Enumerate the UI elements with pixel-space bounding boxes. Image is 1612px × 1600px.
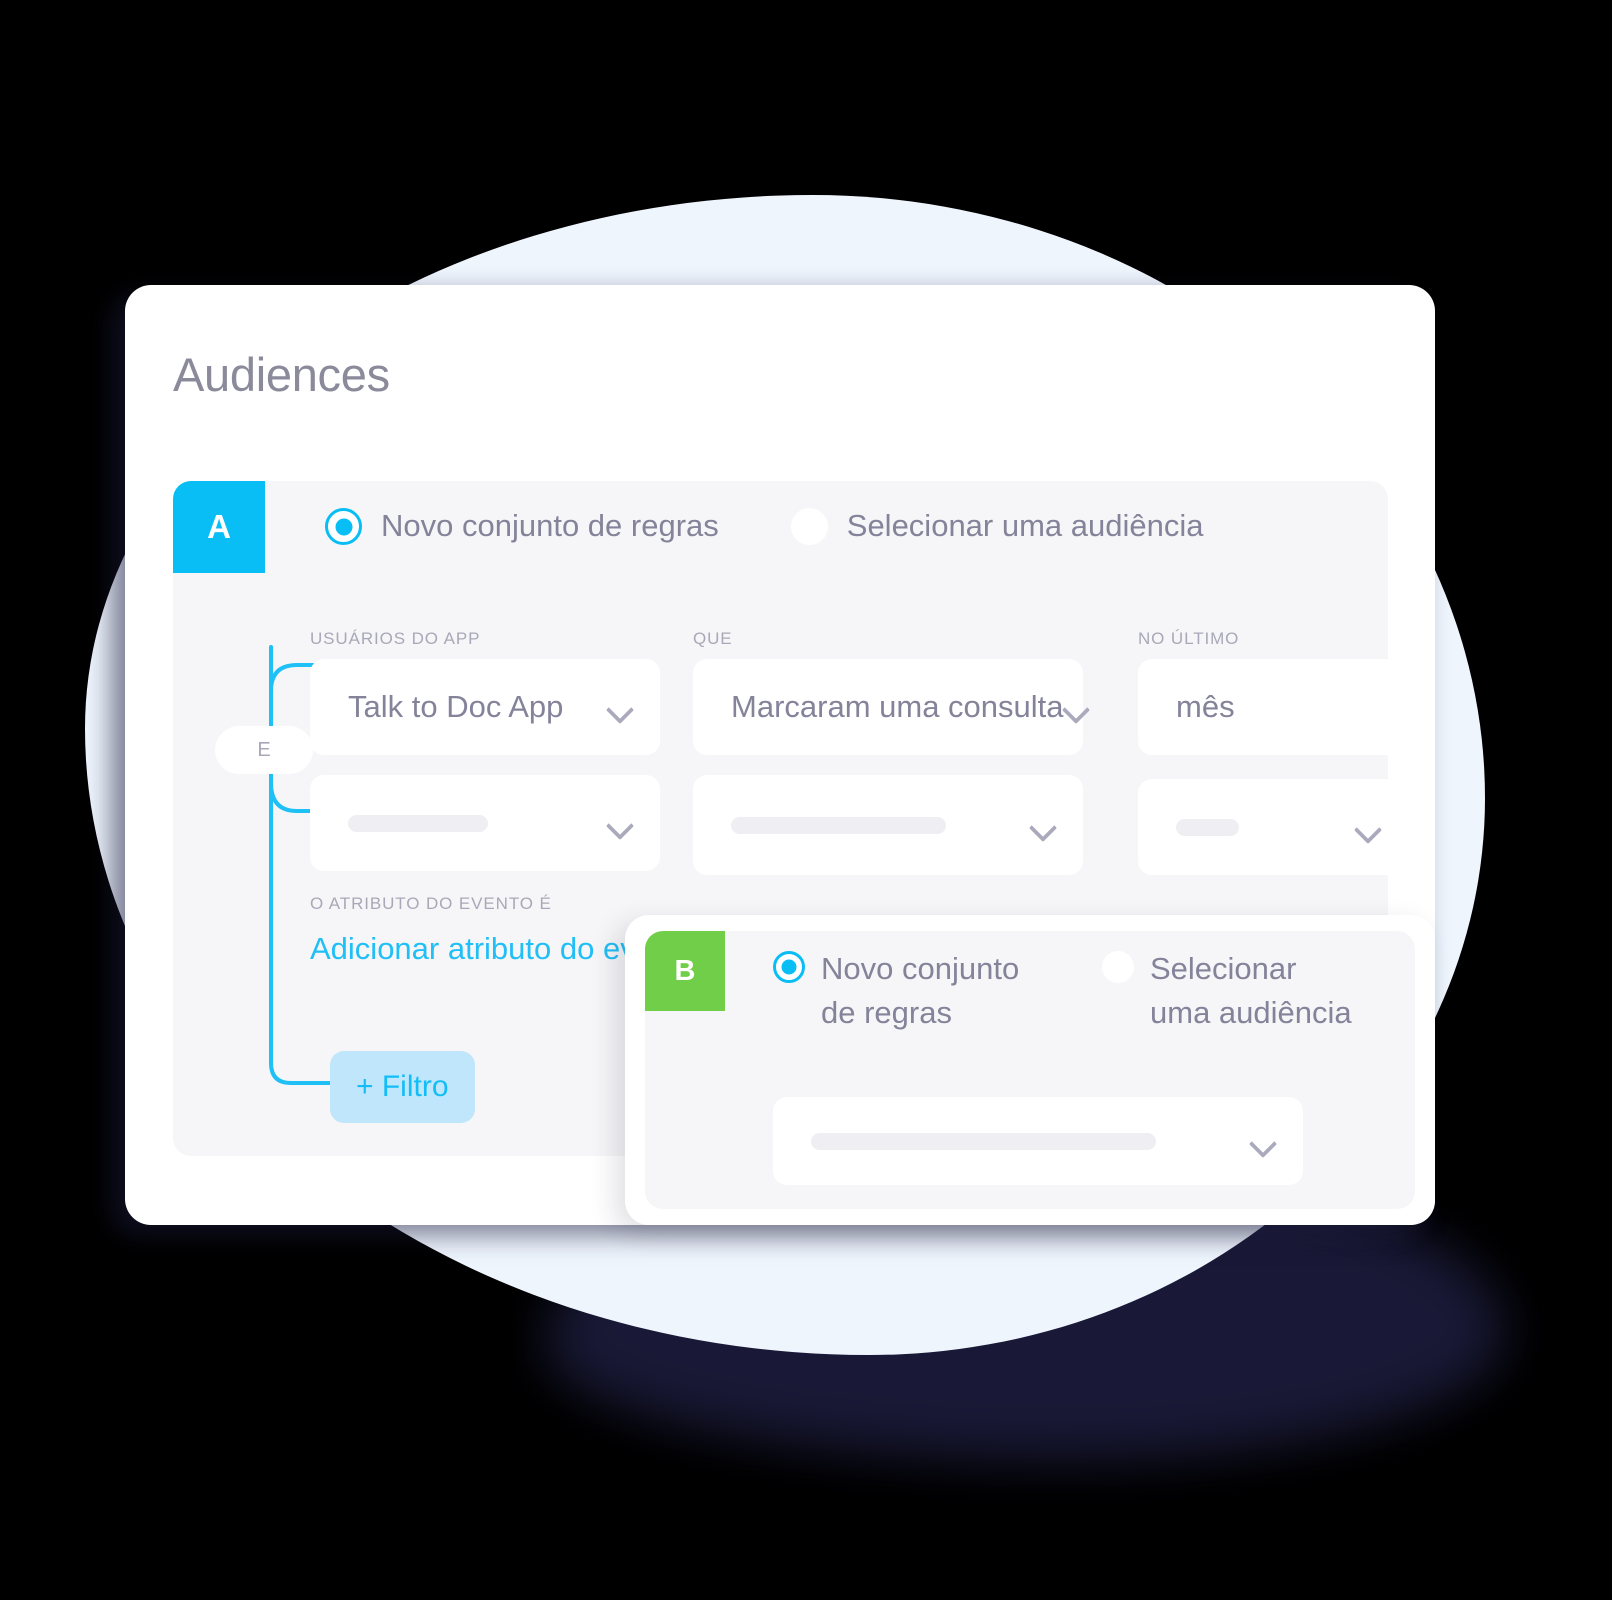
add-filter-button[interactable]: + Filtro — [330, 1051, 475, 1123]
panel-a-radio-group: Novo conjunto de regras Selecionar uma a… — [325, 502, 1204, 550]
field-label-event-attribute: O ATRIBUTO DO EVENTO É — [310, 894, 552, 913]
chevron-down-icon[interactable] — [1356, 820, 1382, 835]
rule-panel-b: B Novo conjunto de regras Selecionar uma… — [645, 931, 1415, 1209]
panel-b-radio-group: Novo conjunto de regras Selecionar uma a… — [773, 947, 1365, 1035]
chevron-down-icon[interactable] — [1031, 818, 1057, 833]
select-no-ultimo-row2[interactable] — [1138, 779, 1408, 875]
radio-label-new-ruleset-b: Novo conjunto de regras — [821, 951, 1020, 1030]
select-placeholder-skeleton — [1176, 818, 1239, 836]
field-label-app-users: USUÁRIOS DO APP — [310, 629, 481, 648]
audiences-window: Audiences A Novo conjunto de regras Sele… — [125, 285, 1435, 1225]
radio-icon-unselected[interactable] — [1102, 951, 1134, 983]
select-que[interactable]: Marcaram uma consulta — [693, 659, 1083, 755]
select-placeholder-skeleton — [731, 816, 946, 834]
connector-operator-badge[interactable]: E — [215, 726, 313, 774]
radio-icon-unselected[interactable] — [790, 508, 828, 545]
field-label-no-ultimo: NO ÚLTIMO — [1138, 629, 1240, 648]
select-app-users-row2[interactable] — [310, 775, 660, 871]
select-placeholder-skeleton — [811, 1132, 1156, 1150]
rule-panel-b-card: B Novo conjunto de regras Selecionar uma… — [625, 915, 1435, 1225]
select-no-ultimo-value: mês — [1176, 689, 1235, 724]
select-app-users-value: Talk to Doc App — [348, 689, 564, 724]
chevron-down-icon[interactable] — [1251, 1134, 1277, 1149]
radio-icon-selected[interactable] — [325, 508, 362, 545]
panel-b-letter-badge: B — [645, 931, 725, 1011]
radio-option-new-ruleset-b[interactable]: Novo conjunto de regras — [773, 947, 1036, 1035]
chevron-down-icon[interactable] — [1064, 700, 1090, 715]
radio-option-new-ruleset-a[interactable]: Novo conjunto de regras — [325, 502, 719, 550]
chevron-down-icon[interactable] — [608, 700, 634, 715]
select-audience-b[interactable] — [773, 1097, 1303, 1185]
select-no-ultimo[interactable]: mês — [1138, 659, 1408, 755]
page-title: Audiences — [173, 348, 390, 401]
field-label-que: QUE — [693, 629, 733, 648]
radio-icon-selected[interactable] — [773, 951, 805, 983]
select-app-users[interactable]: Talk to Doc App — [310, 659, 660, 755]
chevron-down-icon[interactable] — [608, 816, 634, 831]
radio-option-select-audience-a[interactable]: Selecionar uma audiência — [790, 502, 1204, 550]
select-placeholder-skeleton — [348, 814, 488, 832]
select-que-value: Marcaram uma consulta — [731, 689, 1064, 724]
radio-label-select-audience-a: Selecionar uma audiência — [846, 508, 1204, 543]
radio-option-select-audience-b[interactable]: Selecionar uma audiência — [1102, 947, 1365, 1035]
radio-label-select-audience-b: Selecionar uma audiência — [1150, 951, 1352, 1030]
radio-label-new-ruleset-a: Novo conjunto de regras — [381, 508, 719, 543]
panel-a-letter-badge: A — [173, 481, 265, 573]
select-que-row2[interactable] — [693, 775, 1083, 875]
